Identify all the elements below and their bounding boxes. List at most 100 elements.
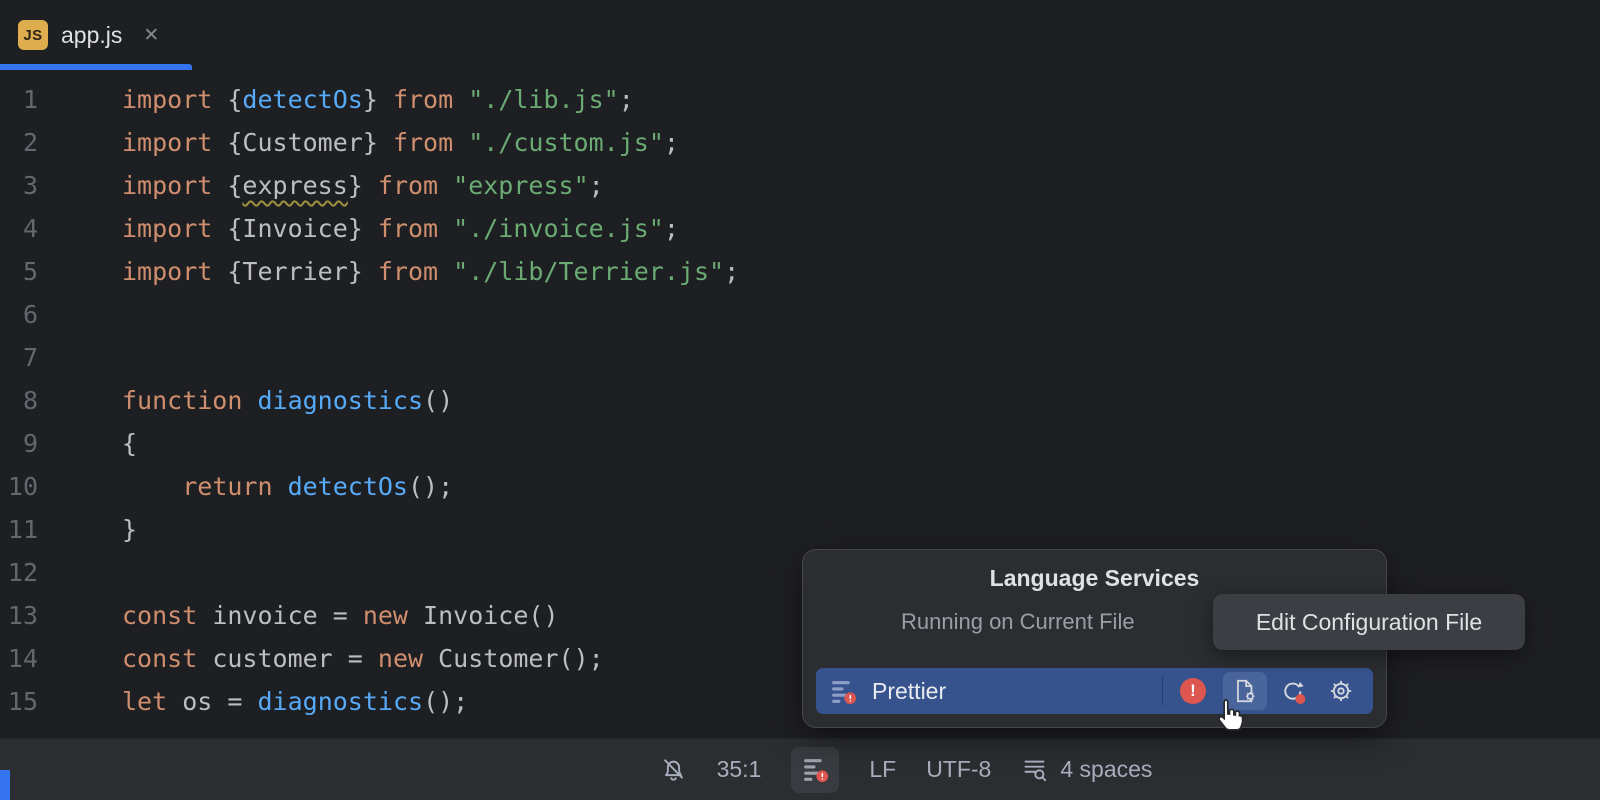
code-line[interactable]: import {Invoice} from "./invoice.js";	[122, 207, 1600, 250]
code-token: from	[393, 128, 468, 157]
code-token: diagnostics	[257, 386, 423, 415]
popup-title: Language Services	[803, 565, 1386, 592]
code-token: return	[182, 472, 287, 501]
code-token: ;	[619, 85, 634, 114]
tab-title: app.js	[61, 22, 122, 49]
code-token: from	[393, 85, 468, 114]
line-number[interactable]: 6	[0, 293, 38, 336]
active-toolwindow-stripe	[0, 770, 10, 800]
line-number[interactable]: 2	[0, 121, 38, 164]
code-token: "./invoice.js"	[453, 214, 664, 243]
code-line[interactable]: import {Customer} from "./custom.js";	[122, 121, 1600, 164]
editor-tab-bar: JS app.js ✕	[0, 0, 1600, 70]
line-number[interactable]: 12	[0, 551, 38, 594]
indent-style: 4 spaces	[1060, 756, 1152, 783]
code-token: }	[363, 85, 393, 114]
code-token: customer =	[212, 644, 378, 673]
code-token: detectOs	[288, 472, 408, 501]
edit-configuration-tooltip: Edit Configuration File	[1213, 594, 1525, 650]
code-token: diagnostics	[257, 687, 423, 716]
error-badge-icon: !	[1180, 678, 1206, 704]
code-token: Invoice()	[423, 601, 558, 630]
status-widgets: 35:1 LF UTF-8	[660, 747, 1153, 793]
tab-app-js[interactable]: JS app.js ✕	[0, 0, 192, 70]
code-token: }	[122, 515, 137, 544]
prettier-service-row[interactable]: Prettier !	[816, 668, 1373, 714]
code-line[interactable]: import {detectOs} from "./lib.js";	[122, 78, 1600, 121]
notifications-muted-icon[interactable]	[660, 756, 687, 783]
code-token: import	[122, 214, 227, 243]
ide-window: JS app.js ✕ 123456789101112131415 import…	[0, 0, 1600, 738]
code-line[interactable]	[122, 336, 1600, 379]
code-token: "./lib/Terrier.js"	[453, 257, 724, 286]
code-line[interactable]: import {Terrier} from "./lib/Terrier.js"…	[122, 250, 1600, 293]
code-token: detectOs	[242, 85, 362, 114]
code-token: {Invoice}	[227, 214, 378, 243]
code-token: ;	[724, 257, 739, 286]
row-divider	[1162, 676, 1163, 706]
code-token: {Terrier}	[227, 257, 378, 286]
line-number[interactable]: 1	[0, 78, 38, 121]
indent-widget[interactable]: 4 spaces	[1021, 756, 1152, 783]
code-token: }	[348, 171, 378, 200]
line-number[interactable]: 5	[0, 250, 38, 293]
code-line[interactable]: {	[122, 422, 1600, 465]
gear-icon	[1328, 678, 1354, 704]
code-token: {Customer}	[227, 128, 393, 157]
code-token: import	[122, 171, 227, 200]
line-number[interactable]: 7	[0, 336, 38, 379]
javascript-file-icon: JS	[18, 20, 48, 50]
code-token: from	[378, 257, 453, 286]
code-token: ;	[664, 128, 679, 157]
caret-position[interactable]: 35:1	[717, 756, 762, 783]
code-token: {	[227, 85, 242, 114]
code-token: from	[378, 171, 453, 200]
code-token: const	[122, 601, 212, 630]
code-line[interactable]: function diagnostics()	[122, 379, 1600, 422]
line-number[interactable]: 11	[0, 508, 38, 551]
code-token: os =	[182, 687, 257, 716]
indent-settings-icon	[1021, 756, 1048, 783]
code-token: function	[122, 386, 257, 415]
code-token: const	[122, 644, 212, 673]
line-number[interactable]: 9	[0, 422, 38, 465]
line-number[interactable]: 3	[0, 164, 38, 207]
code-line[interactable]: return detectOs();	[122, 465, 1600, 508]
code-token: invoice =	[212, 601, 363, 630]
code-line[interactable]	[122, 293, 1600, 336]
line-separator[interactable]: LF	[869, 756, 896, 783]
code-token: Customer();	[438, 644, 604, 673]
status-bar: 35:1 LF UTF-8	[0, 738, 1600, 800]
code-token: from	[378, 214, 453, 243]
code-token: "./lib.js"	[468, 85, 619, 114]
code-token: express	[242, 171, 347, 200]
line-number[interactable]: 14	[0, 637, 38, 680]
code-token: "./custom.js"	[468, 128, 664, 157]
hand-cursor-icon	[1212, 697, 1246, 741]
code-token: import	[122, 128, 227, 157]
service-name: Prettier	[872, 678, 946, 705]
code-line[interactable]: import {express} from "express";	[122, 164, 1600, 207]
file-encoding[interactable]: UTF-8	[926, 756, 991, 783]
code-token: import	[122, 257, 227, 286]
line-number[interactable]: 8	[0, 379, 38, 422]
line-number[interactable]: 13	[0, 594, 38, 637]
service-settings-button[interactable]	[1319, 672, 1363, 710]
restart-service-button[interactable]	[1271, 672, 1315, 710]
line-number[interactable]: 10	[0, 465, 38, 508]
restart-icon	[1280, 678, 1306, 704]
code-token: ();	[408, 472, 453, 501]
line-number[interactable]: 4	[0, 207, 38, 250]
code-token: new	[378, 644, 438, 673]
close-tab-icon[interactable]: ✕	[143, 24, 159, 47]
code-token: {	[227, 171, 242, 200]
code-token: {	[122, 429, 137, 458]
line-number[interactable]: 15	[0, 680, 38, 723]
code-token: ;	[589, 171, 604, 200]
prettier-status-icon	[802, 756, 829, 783]
code-token: let	[122, 687, 182, 716]
code-token: ;	[664, 214, 679, 243]
prettier-status-button[interactable]	[791, 747, 839, 793]
code-line[interactable]: }	[122, 508, 1600, 551]
code-token: ();	[423, 687, 468, 716]
